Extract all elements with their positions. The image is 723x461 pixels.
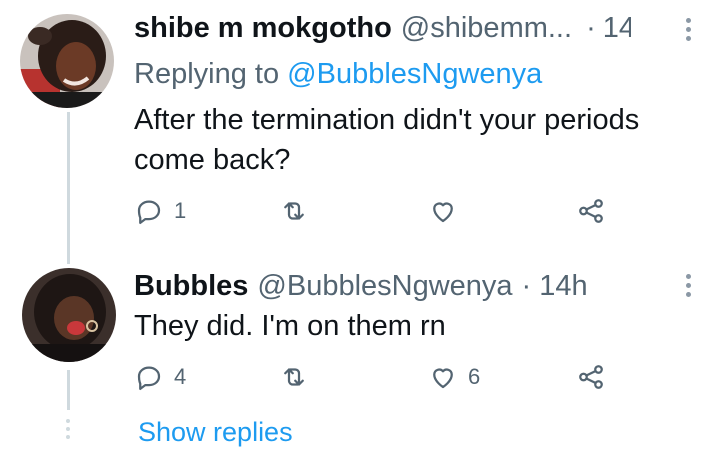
- reply-button[interactable]: 4: [134, 362, 186, 392]
- retweet-icon: [284, 202, 304, 220]
- share-icon: [579, 199, 603, 223]
- replying-to-handle[interactable]: @BubblesNgwenya: [287, 58, 542, 90]
- like-button[interactable]: 6: [428, 362, 480, 392]
- tweet-header: shibe m mokgotho @shibemm... · 14h: [134, 12, 631, 45]
- timestamp[interactable]: 14h: [539, 270, 587, 303]
- avatar-image: [20, 14, 114, 108]
- retweet-button[interactable]: [279, 196, 319, 226]
- author-handle[interactable]: @shibemm...: [401, 12, 572, 45]
- author-name[interactable]: Bubbles: [134, 270, 248, 303]
- tweet-header: Bubbles @BubblesNgwenya · 14h: [134, 270, 588, 303]
- more-icon[interactable]: [685, 18, 693, 45]
- thread-line-bottom: [67, 370, 70, 410]
- replying-to: Replying to @BubblesNgwenya: [134, 58, 542, 91]
- reply-icon: [137, 366, 161, 390]
- like-button[interactable]: [428, 196, 468, 226]
- reply-count: 1: [174, 198, 187, 223]
- avatar[interactable]: [20, 14, 114, 108]
- reply-button[interactable]: 1: [134, 196, 186, 226]
- more-icon[interactable]: [685, 274, 693, 301]
- thread-continuation-dots: [66, 419, 70, 443]
- avatar-image: [22, 268, 116, 362]
- thread-line-top: [67, 112, 70, 264]
- separator-dot: ·: [586, 12, 596, 44]
- tweet-text: After the termination didn't your period…: [134, 104, 640, 176]
- timestamp[interactable]: 14h: [603, 12, 631, 45]
- like-count: 6: [468, 364, 481, 389]
- show-replies-link[interactable]: Show replies: [138, 417, 293, 448]
- separator-dot: ·: [521, 270, 532, 302]
- author-name[interactable]: shibe m mokgotho: [134, 12, 392, 45]
- retweet-icon: [284, 368, 304, 386]
- author-handle[interactable]: @BubblesNgwenya: [257, 270, 512, 303]
- reply-count: 4: [174, 364, 187, 389]
- retweet-button[interactable]: [279, 362, 319, 392]
- reply-icon: [137, 200, 161, 224]
- like-icon: [433, 202, 453, 223]
- share-button[interactable]: [576, 362, 606, 392]
- share-button[interactable]: [576, 196, 606, 226]
- replying-to-label: Replying to: [134, 58, 280, 90]
- like-icon: [433, 368, 453, 389]
- share-icon: [579, 365, 603, 389]
- tweet-text: They did. I'm on them rn: [134, 310, 446, 342]
- avatar[interactable]: [22, 268, 116, 362]
